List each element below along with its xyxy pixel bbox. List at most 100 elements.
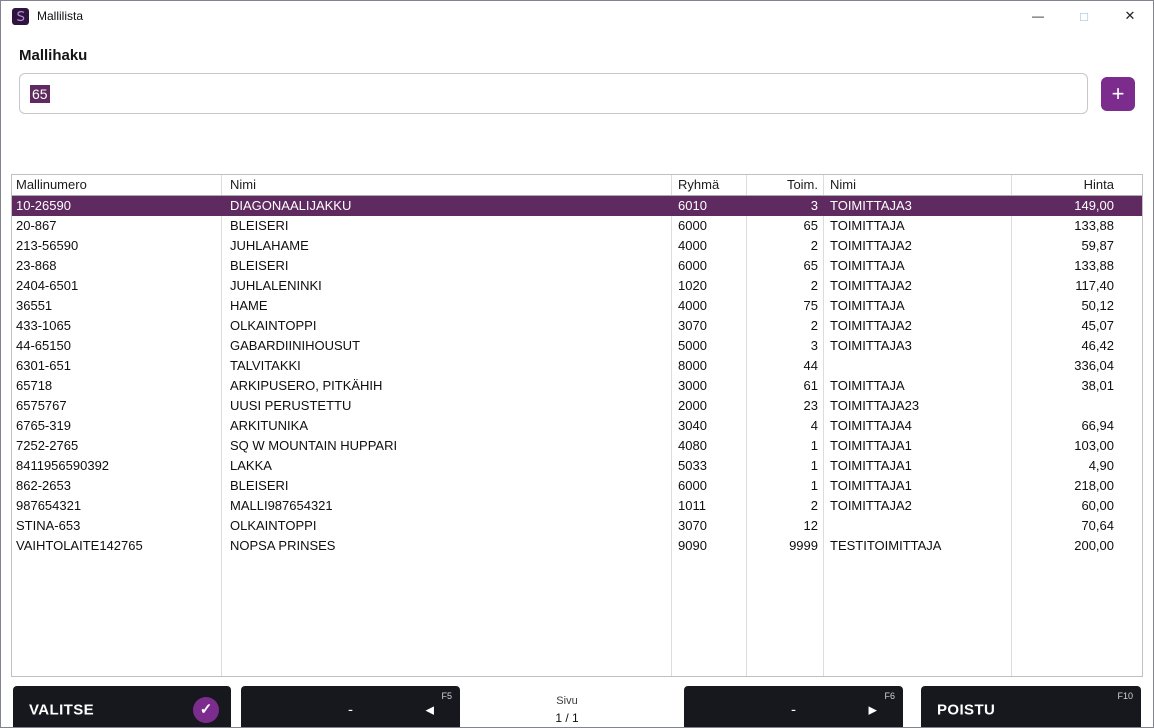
table-cell: TOIMITTAJA2 (824, 276, 1012, 296)
table-cell: BLEISERI (222, 216, 672, 236)
table-row[interactable]: 44-65150GABARDIINIHOUSUT50003TOIMITTAJA3… (12, 336, 1142, 356)
table-cell: 8411956590392 (12, 456, 222, 476)
table-empty-cell (824, 556, 1012, 676)
search-section: Mallihaku 65 + (1, 31, 1153, 144)
table-row[interactable]: 862-2653BLEISERI60001TOIMITTAJA1218,00 (12, 476, 1142, 496)
table-cell: VAIHTOLAITE142765 (12, 536, 222, 556)
next-page-button[interactable]: - ▶ F6 (684, 686, 903, 728)
table-cell: TOIMITTAJA (824, 296, 1012, 316)
search-input[interactable]: 65 (19, 73, 1088, 114)
table-cell: TOIMITTAJA2 (824, 236, 1012, 256)
page-indicator-label: Sivu (556, 695, 577, 707)
valitse-button[interactable]: VALITSE ✓ (13, 686, 231, 728)
table-cell: TOIMITTAJA1 (824, 436, 1012, 456)
table-cell (824, 356, 1012, 376)
table-header-row: MallinumeroNimiRyhmäToim.NimiHinta (12, 175, 1142, 196)
column-header-5[interactable]: Hinta (1012, 175, 1142, 195)
search-row: 65 + (19, 73, 1135, 114)
table-cell: ARKIPUSERO, PITKÄHIH (222, 376, 672, 396)
table-row[interactable]: 7252-2765SQ W MOUNTAIN HUPPARI40801TOIMI… (12, 436, 1142, 456)
table-cell: OLKAINTOPPI (222, 516, 672, 536)
table-row[interactable]: 433-1065OLKAINTOPPI30702TOIMITTAJA245,07 (12, 316, 1142, 336)
table-row[interactable]: STINA-653OLKAINTOPPI30701270,64 (12, 516, 1142, 536)
search-label: Mallihaku (19, 47, 1135, 64)
table-cell: OLKAINTOPPI (222, 316, 672, 336)
table-row[interactable]: 10-26590DIAGONAALIJAKKU60103TOIMITTAJA31… (12, 196, 1142, 216)
table-cell: 4 (747, 416, 824, 436)
table-cell: 23-868 (12, 256, 222, 276)
table-row[interactable]: 987654321MALLI98765432110112TOIMITTAJA26… (12, 496, 1142, 516)
f6-key-label: F6 (884, 691, 895, 701)
table-row[interactable]: 2404-6501JUHLALENINKI10202TOIMITTAJA2117… (12, 276, 1142, 296)
table-cell: TESTITOIMITTAJA (824, 536, 1012, 556)
table-cell: 133,88 (1012, 216, 1142, 236)
arrow-right-icon: ▶ (869, 704, 877, 717)
table-row[interactable]: 23-868BLEISERI600065TOIMITTAJA133,88 (12, 256, 1142, 276)
table-cell: TOIMITTAJA4 (824, 416, 1012, 436)
table-cell: 2 (747, 276, 824, 296)
table-cell: 10-26590 (12, 196, 222, 216)
table-cell: TOIMITTAJA3 (824, 196, 1012, 216)
table-cell: 433-1065 (12, 316, 222, 336)
table-empty-cell (672, 556, 747, 676)
table-cell: 6575767 (12, 396, 222, 416)
table-row[interactable]: 36551HAME400075TOIMITTAJA50,12 (12, 296, 1142, 316)
table-cell: 3000 (672, 376, 747, 396)
table-cell: 9999 (747, 536, 824, 556)
table-cell: 1 (747, 436, 824, 456)
table-cell: 44 (747, 356, 824, 376)
table-row[interactable]: 213-56590JUHLAHAME40002TOIMITTAJA259,87 (12, 236, 1142, 256)
table-row[interactable]: 8411956590392LAKKA50331TOIMITTAJA14,90 (12, 456, 1142, 476)
table-cell: 218,00 (1012, 476, 1142, 496)
table-cell: TOIMITTAJA (824, 376, 1012, 396)
table-cell: 200,00 (1012, 536, 1142, 556)
table-cell (824, 516, 1012, 536)
table-cell: 133,88 (1012, 256, 1142, 276)
column-header-4[interactable]: Nimi (824, 175, 1012, 195)
table-row[interactable]: 6575767UUSI PERUSTETTU200023TOIMITTAJA23 (12, 396, 1142, 416)
table-cell: 65 (747, 256, 824, 276)
model-table: MallinumeroNimiRyhmäToim.NimiHinta 10-26… (11, 174, 1143, 677)
table-cell (1012, 396, 1142, 416)
table-row[interactable]: 20-867BLEISERI600065TOIMITTAJA133,88 (12, 216, 1142, 236)
table-cell: 44-65150 (12, 336, 222, 356)
table-empty-cell (747, 556, 824, 676)
table-cell: 8000 (672, 356, 747, 376)
check-icon: ✓ (193, 697, 219, 723)
table-row[interactable]: 65718ARKIPUSERO, PITKÄHIH300061TOIMITTAJ… (12, 376, 1142, 396)
table-cell: 75 (747, 296, 824, 316)
column-header-1[interactable]: Nimi (222, 175, 672, 195)
table-cell: TOIMITTAJA2 (824, 496, 1012, 516)
table-cell: SQ W MOUNTAIN HUPPARI (222, 436, 672, 456)
table-row[interactable]: 6301-651TALVITAKKI800044336,04 (12, 356, 1142, 376)
maximize-button[interactable]: □ (1061, 1, 1107, 31)
column-header-2[interactable]: Ryhmä (672, 175, 747, 195)
titlebar-controls: — □ ✕ (1015, 1, 1153, 31)
previous-page-button[interactable]: - ◀ F5 (241, 686, 460, 728)
column-header-0[interactable]: Mallinumero (12, 175, 222, 195)
table-cell: 61 (747, 376, 824, 396)
table-cell: 6010 (672, 196, 747, 216)
add-button[interactable]: + (1101, 77, 1135, 111)
table-cell: BLEISERI (222, 256, 672, 276)
table-cell: 4000 (672, 296, 747, 316)
table-cell: 3 (747, 196, 824, 216)
table-cell: NOPSA PRINSES (222, 536, 672, 556)
table-cell: 5033 (672, 456, 747, 476)
table-cell: 70,64 (1012, 516, 1142, 536)
table-cell: JUHLALENINKI (222, 276, 672, 296)
table-cell: 9090 (672, 536, 747, 556)
table-empty-cell (222, 556, 672, 676)
titlebar: Mallilista — □ ✕ (1, 1, 1153, 31)
poistu-button[interactable]: POISTU F10 (921, 686, 1141, 728)
table-row[interactable]: VAIHTOLAITE142765NOPSA PRINSES90909999TE… (12, 536, 1142, 556)
column-header-3[interactable]: Toim. (747, 175, 824, 195)
table-row[interactable]: 6765-319ARKITUNIKA30404TOIMITTAJA466,94 (12, 416, 1142, 436)
minimize-button[interactable]: — (1015, 1, 1061, 31)
table-cell: LAKKA (222, 456, 672, 476)
table-cell: 4080 (672, 436, 747, 456)
table-cell: 1020 (672, 276, 747, 296)
table-cell: 4,90 (1012, 456, 1142, 476)
close-button[interactable]: ✕ (1107, 1, 1153, 31)
table-cell: UUSI PERUSTETTU (222, 396, 672, 416)
